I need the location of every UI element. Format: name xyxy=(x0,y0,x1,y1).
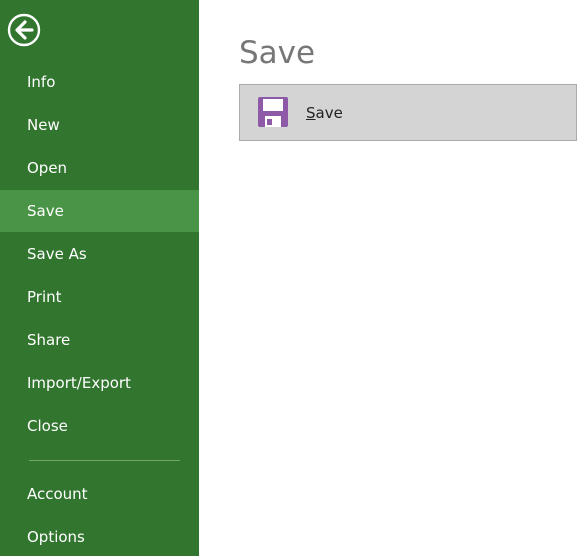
nav-item-label: Import/Export xyxy=(27,374,131,392)
nav-item-save-as[interactable]: Save As xyxy=(0,233,199,275)
save-button-label: Save xyxy=(306,85,343,141)
nav-item-new[interactable]: New xyxy=(0,104,199,146)
save-button[interactable]: Save xyxy=(239,84,577,141)
nav-item-import-export[interactable]: Import/Export xyxy=(0,362,199,404)
nav-item-label: Account xyxy=(27,485,88,503)
nav-item-info[interactable]: Info xyxy=(0,61,199,103)
back-arrow-icon xyxy=(7,13,41,47)
back-button[interactable] xyxy=(6,12,42,48)
nav-item-share[interactable]: Share xyxy=(0,319,199,361)
save-button-mnemonic: S xyxy=(306,104,316,122)
nav-item-label: Save As xyxy=(27,245,87,263)
nav-item-open[interactable]: Open xyxy=(0,147,199,189)
nav-item-label: Print xyxy=(27,288,62,306)
save-button-label-rest: ave xyxy=(315,104,343,122)
nav-item-label: Close xyxy=(27,417,68,435)
nav-item-label: Info xyxy=(27,73,56,91)
nav-divider xyxy=(29,460,180,461)
nav-item-close[interactable]: Close xyxy=(0,405,199,447)
page-title: Save xyxy=(239,35,316,71)
nav-item-account[interactable]: Account xyxy=(0,473,199,515)
backstage-content: Save Save xyxy=(199,0,586,556)
floppy-disk-icon xyxy=(257,96,289,128)
backstage-sidebar: Info New Open Save Save As Print Share I… xyxy=(0,0,199,556)
nav-item-label: New xyxy=(27,116,60,134)
nav-item-label: Share xyxy=(27,331,71,349)
nav-item-label: Options xyxy=(27,528,85,546)
nav-item-label: Open xyxy=(27,159,68,177)
backstage-view: Info New Open Save Save As Print Share I… xyxy=(0,0,586,556)
nav-item-label: Save xyxy=(27,202,64,220)
nav-item-options[interactable]: Options xyxy=(0,516,199,556)
nav-item-print[interactable]: Print xyxy=(0,276,199,318)
nav-item-save[interactable]: Save xyxy=(0,190,199,232)
